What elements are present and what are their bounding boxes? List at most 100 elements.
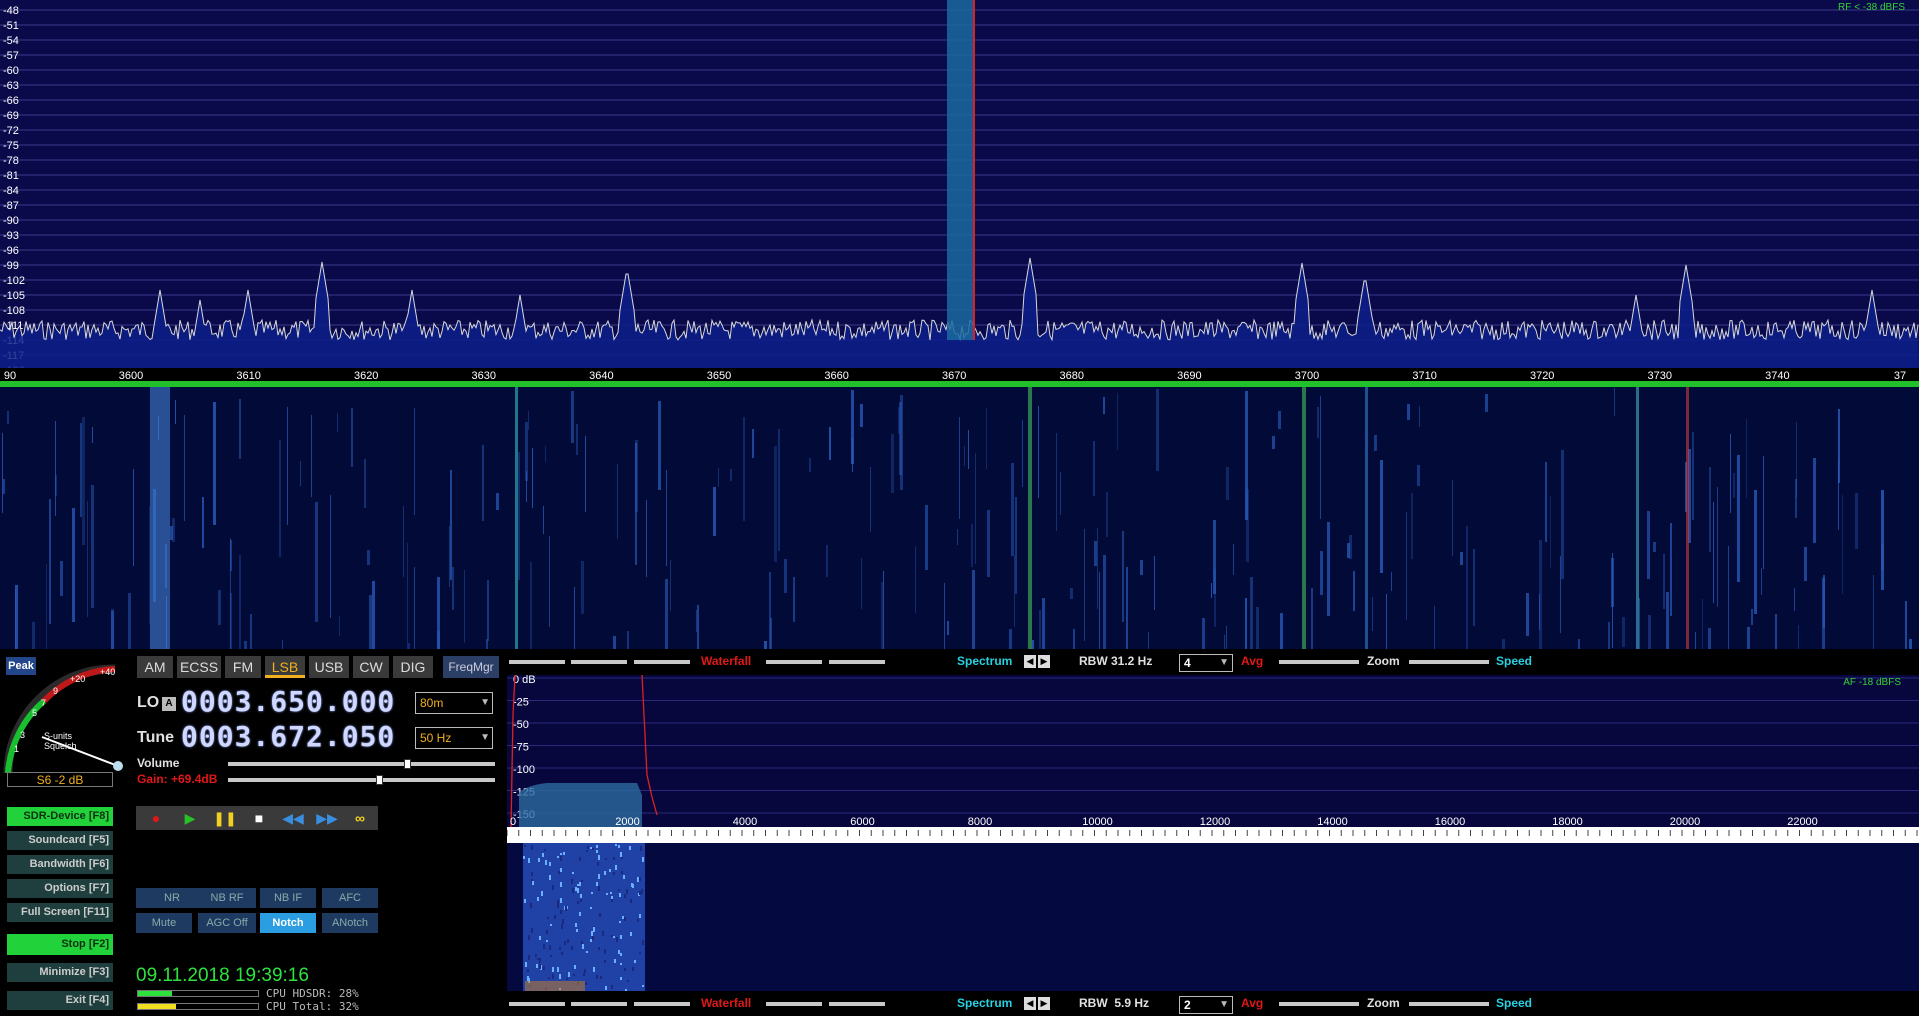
rf-waterfall-streak xyxy=(1855,493,1858,549)
pause-icon[interactable]: ❚❚ xyxy=(211,806,239,830)
rf-waterfall-streak xyxy=(532,448,533,508)
rf-waterfall-streak xyxy=(1094,541,1097,566)
af-waterfall-speck xyxy=(596,850,598,853)
mode-dig-button[interactable]: DIG xyxy=(393,656,433,678)
soundcard-button[interactable]: Soundcard [F5] xyxy=(7,831,113,850)
rf-waterfall-streak xyxy=(1842,495,1843,594)
lo-frequency-display[interactable]: 0003.650.000 xyxy=(181,685,395,718)
af-frequency-scale[interactable]: 0 2000 4000 6000 8000 10000 12000 14000 16000 180… xyxy=(506,818,1919,843)
mode-fm-button[interactable]: FM xyxy=(225,656,261,678)
af-waterfall-slider-2[interactable] xyxy=(571,1002,627,1006)
mode-lsb-button[interactable]: LSB xyxy=(265,656,305,678)
rf-waterfall-streak xyxy=(964,446,965,466)
mute-button[interactable]: Mute xyxy=(136,913,192,933)
anotch-button[interactable]: ANotch xyxy=(322,913,378,933)
fullscreen-button[interactable]: Full Screen [F11] xyxy=(7,903,113,922)
rf-rbw-left-icon[interactable]: ◀ xyxy=(1024,655,1036,668)
afc-button[interactable]: AFC xyxy=(322,888,378,908)
af-spectrum-display[interactable]: 0 dB-25-50-75-100-125-150020004000600080… xyxy=(507,674,1919,828)
record-icon[interactable]: ● xyxy=(142,806,170,830)
rf-waterfall-slider-1[interactable] xyxy=(509,660,565,664)
exit-button[interactable]: Exit [F4] xyxy=(7,991,113,1010)
af-rbw-left-icon[interactable]: ◀ xyxy=(1024,997,1036,1010)
rf-rbw-right-icon[interactable]: ▶ xyxy=(1038,655,1050,668)
af-waterfall-speck xyxy=(584,969,586,973)
af-waterfall-speck xyxy=(582,944,584,949)
options-button[interactable]: Options [F7] xyxy=(7,879,113,898)
af-spectrum-slider-1[interactable] xyxy=(766,1002,822,1006)
af-waterfall-speck xyxy=(564,941,566,945)
rf-spectrum-plot[interactable]: -48 -51 -54 -57 -60 -63 -66 -69 -72 -75 -78 -81 -84 -… xyxy=(0,0,1919,368)
gain-slider[interactable] xyxy=(228,775,495,785)
rf-freq-tick: 3680 xyxy=(1060,370,1084,382)
rf-zoom-slider[interactable] xyxy=(1279,660,1359,664)
nb-rf-button[interactable]: NB RF xyxy=(198,888,256,908)
mode-cw-button[interactable]: CW xyxy=(353,656,389,678)
rf-waterfall-streak xyxy=(1804,547,1807,581)
af-db-tick: -100 xyxy=(513,764,535,776)
rf-avg-select[interactable]: 4 ▼ xyxy=(1179,654,1233,672)
rf-waterfall-streak xyxy=(87,501,88,617)
stop-icon[interactable]: ■ xyxy=(245,806,273,830)
agc-button[interactable]: AGC Off xyxy=(198,913,256,933)
af-waterfall-speck xyxy=(566,978,568,980)
af-waterfall-speck xyxy=(560,898,562,903)
rf-waterfall-streak xyxy=(1245,598,1247,668)
fast-forward-icon[interactable]: ▶▶ xyxy=(313,806,341,830)
rf-spectrum-display[interactable]: -48 -51 -54 -57 -60 -63 -66 -69 -72 -75 -78 -81 -84 -… xyxy=(0,0,1919,368)
af-waterfall-speck xyxy=(544,849,546,851)
af-avg-select[interactable]: 2 ▼ xyxy=(1179,996,1233,1014)
rf-spectrum-slider-1[interactable] xyxy=(766,660,822,664)
af-waterfall-display[interactable] xyxy=(507,843,1919,994)
af-spectrum-slider-2[interactable] xyxy=(829,1002,885,1006)
volume-slider[interactable] xyxy=(228,759,495,769)
rf-waterfall-streak xyxy=(1097,528,1098,609)
rf-spectrum-label: Spectrum xyxy=(957,654,1013,668)
af-speed-slider[interactable] xyxy=(1409,1002,1489,1006)
loop-icon[interactable]: ∞ xyxy=(346,806,374,830)
rf-db-tick: -105 xyxy=(3,290,25,302)
stop-button[interactable]: Stop [F2] xyxy=(7,934,113,955)
af-waterfall-speck xyxy=(539,936,541,940)
rf-waterfall-slider-3[interactable] xyxy=(634,660,690,664)
mode-am-button[interactable]: AM xyxy=(137,656,173,678)
rf-waterfall-slider-2[interactable] xyxy=(571,660,627,664)
mode-usb-button[interactable]: USB xyxy=(309,656,349,678)
rf-waterfall-streak xyxy=(1250,577,1253,700)
rf-waterfall-streak xyxy=(1320,396,1321,519)
af-waterfall-speck xyxy=(573,974,575,976)
mode-ecss-button[interactable]: ECSS xyxy=(177,656,221,678)
nb-if-button[interactable]: NB IF xyxy=(260,888,316,908)
af-db-tick: -25 xyxy=(513,697,529,709)
lo-lock-badge[interactable]: A xyxy=(162,697,176,711)
band-select[interactable]: 80m ▼ xyxy=(415,692,493,714)
tune-frequency-display[interactable]: 0003.672.050 xyxy=(181,720,395,753)
minimize-button[interactable]: Minimize [F3] xyxy=(7,963,113,982)
volume-slider-thumb[interactable] xyxy=(404,759,411,769)
af-waterfall-speck xyxy=(559,974,561,979)
rf-waterfall-streak xyxy=(1622,617,1625,647)
rf-speed-slider[interactable] xyxy=(1409,660,1489,664)
bandwidth-button[interactable]: Bandwidth [F6] xyxy=(7,855,113,874)
gain-slider-thumb[interactable] xyxy=(376,775,383,785)
af-waterfall-slider-3[interactable] xyxy=(634,1002,690,1006)
rf-frequency-scale[interactable]: 90 3600 3610 3620 3630 3640 3650 3660 3670 3680 36… xyxy=(0,368,1919,387)
play-icon[interactable]: ▶ xyxy=(176,806,204,830)
rf-waterfall-streak xyxy=(784,559,787,593)
sdr-device-button[interactable]: SDR-Device [F8] xyxy=(7,807,113,826)
notch-button[interactable]: Notch xyxy=(260,913,316,933)
tune-step-select[interactable]: 50 Hz ▼ xyxy=(415,727,493,749)
rf-waterfall-streak xyxy=(665,579,668,672)
af-waterfall-slider-1[interactable] xyxy=(509,1002,565,1006)
rewind-icon[interactable]: ◀◀ xyxy=(279,806,307,830)
rf-waterfall-display[interactable] xyxy=(0,387,1919,767)
af-waterfall-speck xyxy=(598,874,600,879)
freqmgr-button[interactable]: FreqMgr xyxy=(443,656,499,678)
af-rbw-right-icon[interactable]: ▶ xyxy=(1038,997,1050,1010)
rf-spectrum-slider-2[interactable] xyxy=(829,660,885,664)
af-zoom-slider[interactable] xyxy=(1279,1002,1359,1006)
rf-waterfall-streak xyxy=(1560,556,1561,633)
rf-waterfall-streak xyxy=(1545,462,1547,542)
rf-waterfall-streak xyxy=(1717,487,1718,607)
rf-db-tick: -69 xyxy=(3,110,19,122)
